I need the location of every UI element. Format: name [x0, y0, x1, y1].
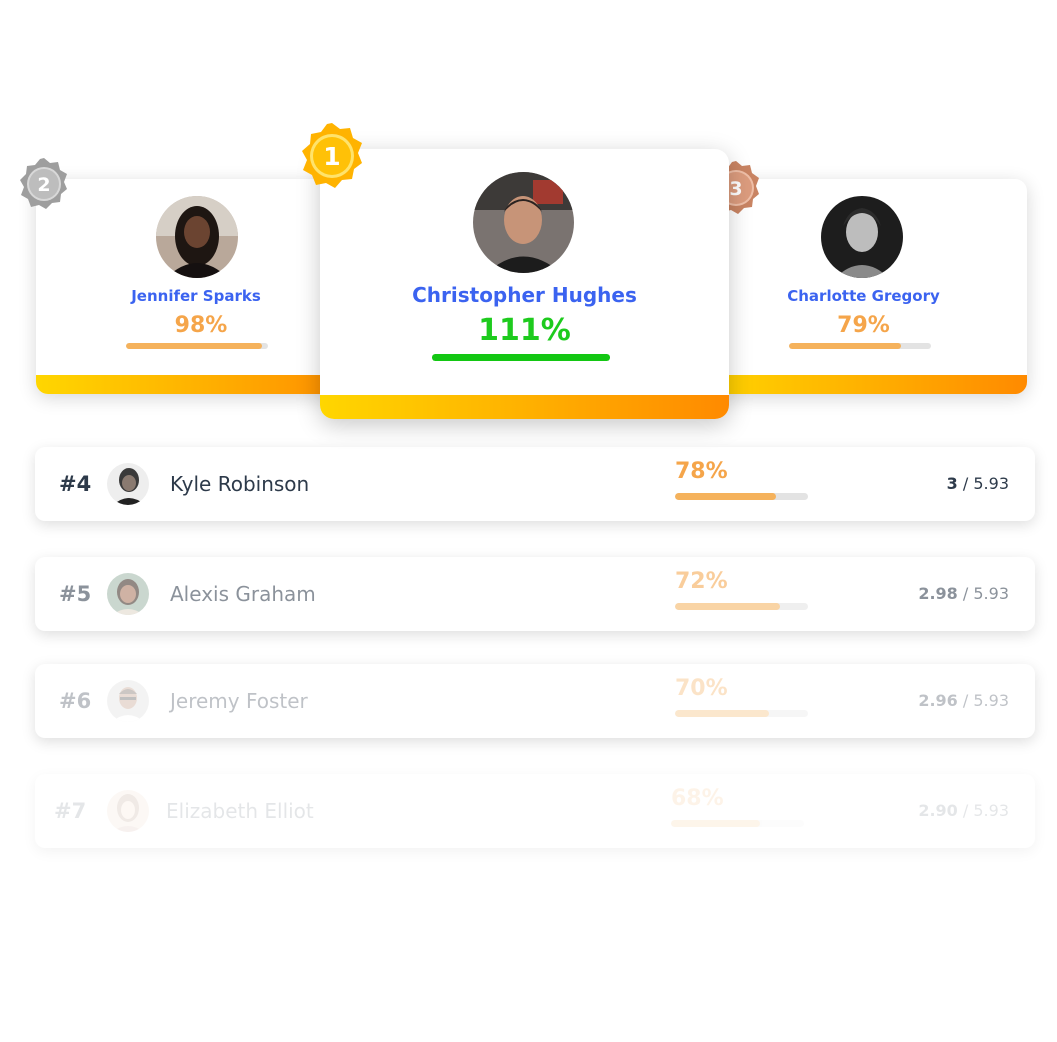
row-rank: #6	[59, 689, 92, 713]
leaderboard-row-4[interactable]: #4 Kyle Robinson 78% 3 / 5.93	[35, 447, 1035, 521]
row-rank: #4	[59, 472, 92, 496]
row-percent: 78%	[675, 459, 728, 484]
row-progress	[675, 603, 808, 610]
bronze-medal-rank: 3	[729, 178, 742, 200]
row-score: 2.96 / 5.93	[918, 664, 1009, 738]
row-name: Elizabeth Elliot	[166, 799, 314, 823]
row-progress	[675, 493, 808, 500]
row-name: Jeremy Foster	[170, 689, 308, 713]
avatar-alexis-graham	[107, 573, 149, 615]
row-score-value: 3	[946, 474, 958, 493]
podium-percent-first: 111%	[478, 313, 571, 348]
row-score-total: / 5.93	[962, 584, 1009, 603]
row-score-total: / 5.93	[962, 801, 1009, 820]
podium-progress-third	[789, 343, 931, 349]
podium-gradient-bar-first	[320, 395, 729, 419]
podium-percent-second: 98%	[174, 313, 228, 338]
avatar-kyle-robinson	[107, 463, 149, 505]
gold-medal-rank: 1	[323, 142, 340, 171]
row-score-value: 2.90	[918, 801, 958, 820]
podium-progress-first	[432, 354, 610, 361]
row-rank: #5	[59, 582, 92, 606]
row-score-value: 2.98	[918, 584, 958, 603]
silver-medal-icon: 2	[17, 157, 71, 211]
podium-gradient-bar-second	[36, 375, 366, 394]
podium-name-second: Jennifer Sparks	[131, 287, 261, 305]
avatar-charlotte-gregory	[821, 196, 903, 278]
silver-medal-rank: 2	[37, 174, 50, 196]
row-score: 2.90 / 5.93	[918, 774, 1009, 848]
row-score-total: / 5.93	[962, 691, 1009, 710]
podium-progress-second	[126, 343, 268, 349]
avatar-christopher-hughes	[473, 172, 574, 273]
podium-card-second[interactable]: Jennifer Sparks 98%	[36, 179, 366, 394]
row-name: Kyle Robinson	[170, 472, 310, 496]
podium-percent-third: 79%	[837, 313, 890, 338]
row-score-total: / 5.93	[962, 474, 1009, 493]
row-percent: 68%	[671, 786, 724, 811]
row-progress	[675, 710, 808, 717]
avatar-jennifer-sparks	[156, 196, 238, 278]
row-percent: 70%	[675, 676, 728, 701]
podium-name-first: Christopher Hughes	[412, 283, 637, 307]
row-rank: #7	[54, 799, 87, 823]
podium-gradient-bar-third	[700, 375, 1027, 394]
gold-medal-icon: 1	[297, 122, 367, 192]
leaderboard-row-7[interactable]: #7 Elizabeth Elliot 68% 2.90 / 5.93	[35, 774, 1035, 848]
row-score: 2.98 / 5.93	[918, 557, 1009, 631]
row-score: 3 / 5.93	[947, 447, 1009, 521]
row-score-value: 2.96	[918, 691, 958, 710]
row-percent: 72%	[675, 569, 728, 594]
leaderboard-row-6[interactable]: #6 Jeremy Foster 70% 2.96 / 5.93	[35, 664, 1035, 738]
avatar-elizabeth-elliot	[107, 790, 149, 832]
row-progress	[671, 820, 804, 827]
leaderboard-row-5[interactable]: #5 Alexis Graham 72% 2.98 / 5.93	[35, 557, 1035, 631]
row-name: Alexis Graham	[170, 582, 316, 606]
podium-card-first[interactable]: Christopher Hughes 111%	[320, 149, 729, 419]
podium-name-third: Charlotte Gregory	[787, 287, 940, 305]
avatar-jeremy-foster	[107, 680, 149, 722]
